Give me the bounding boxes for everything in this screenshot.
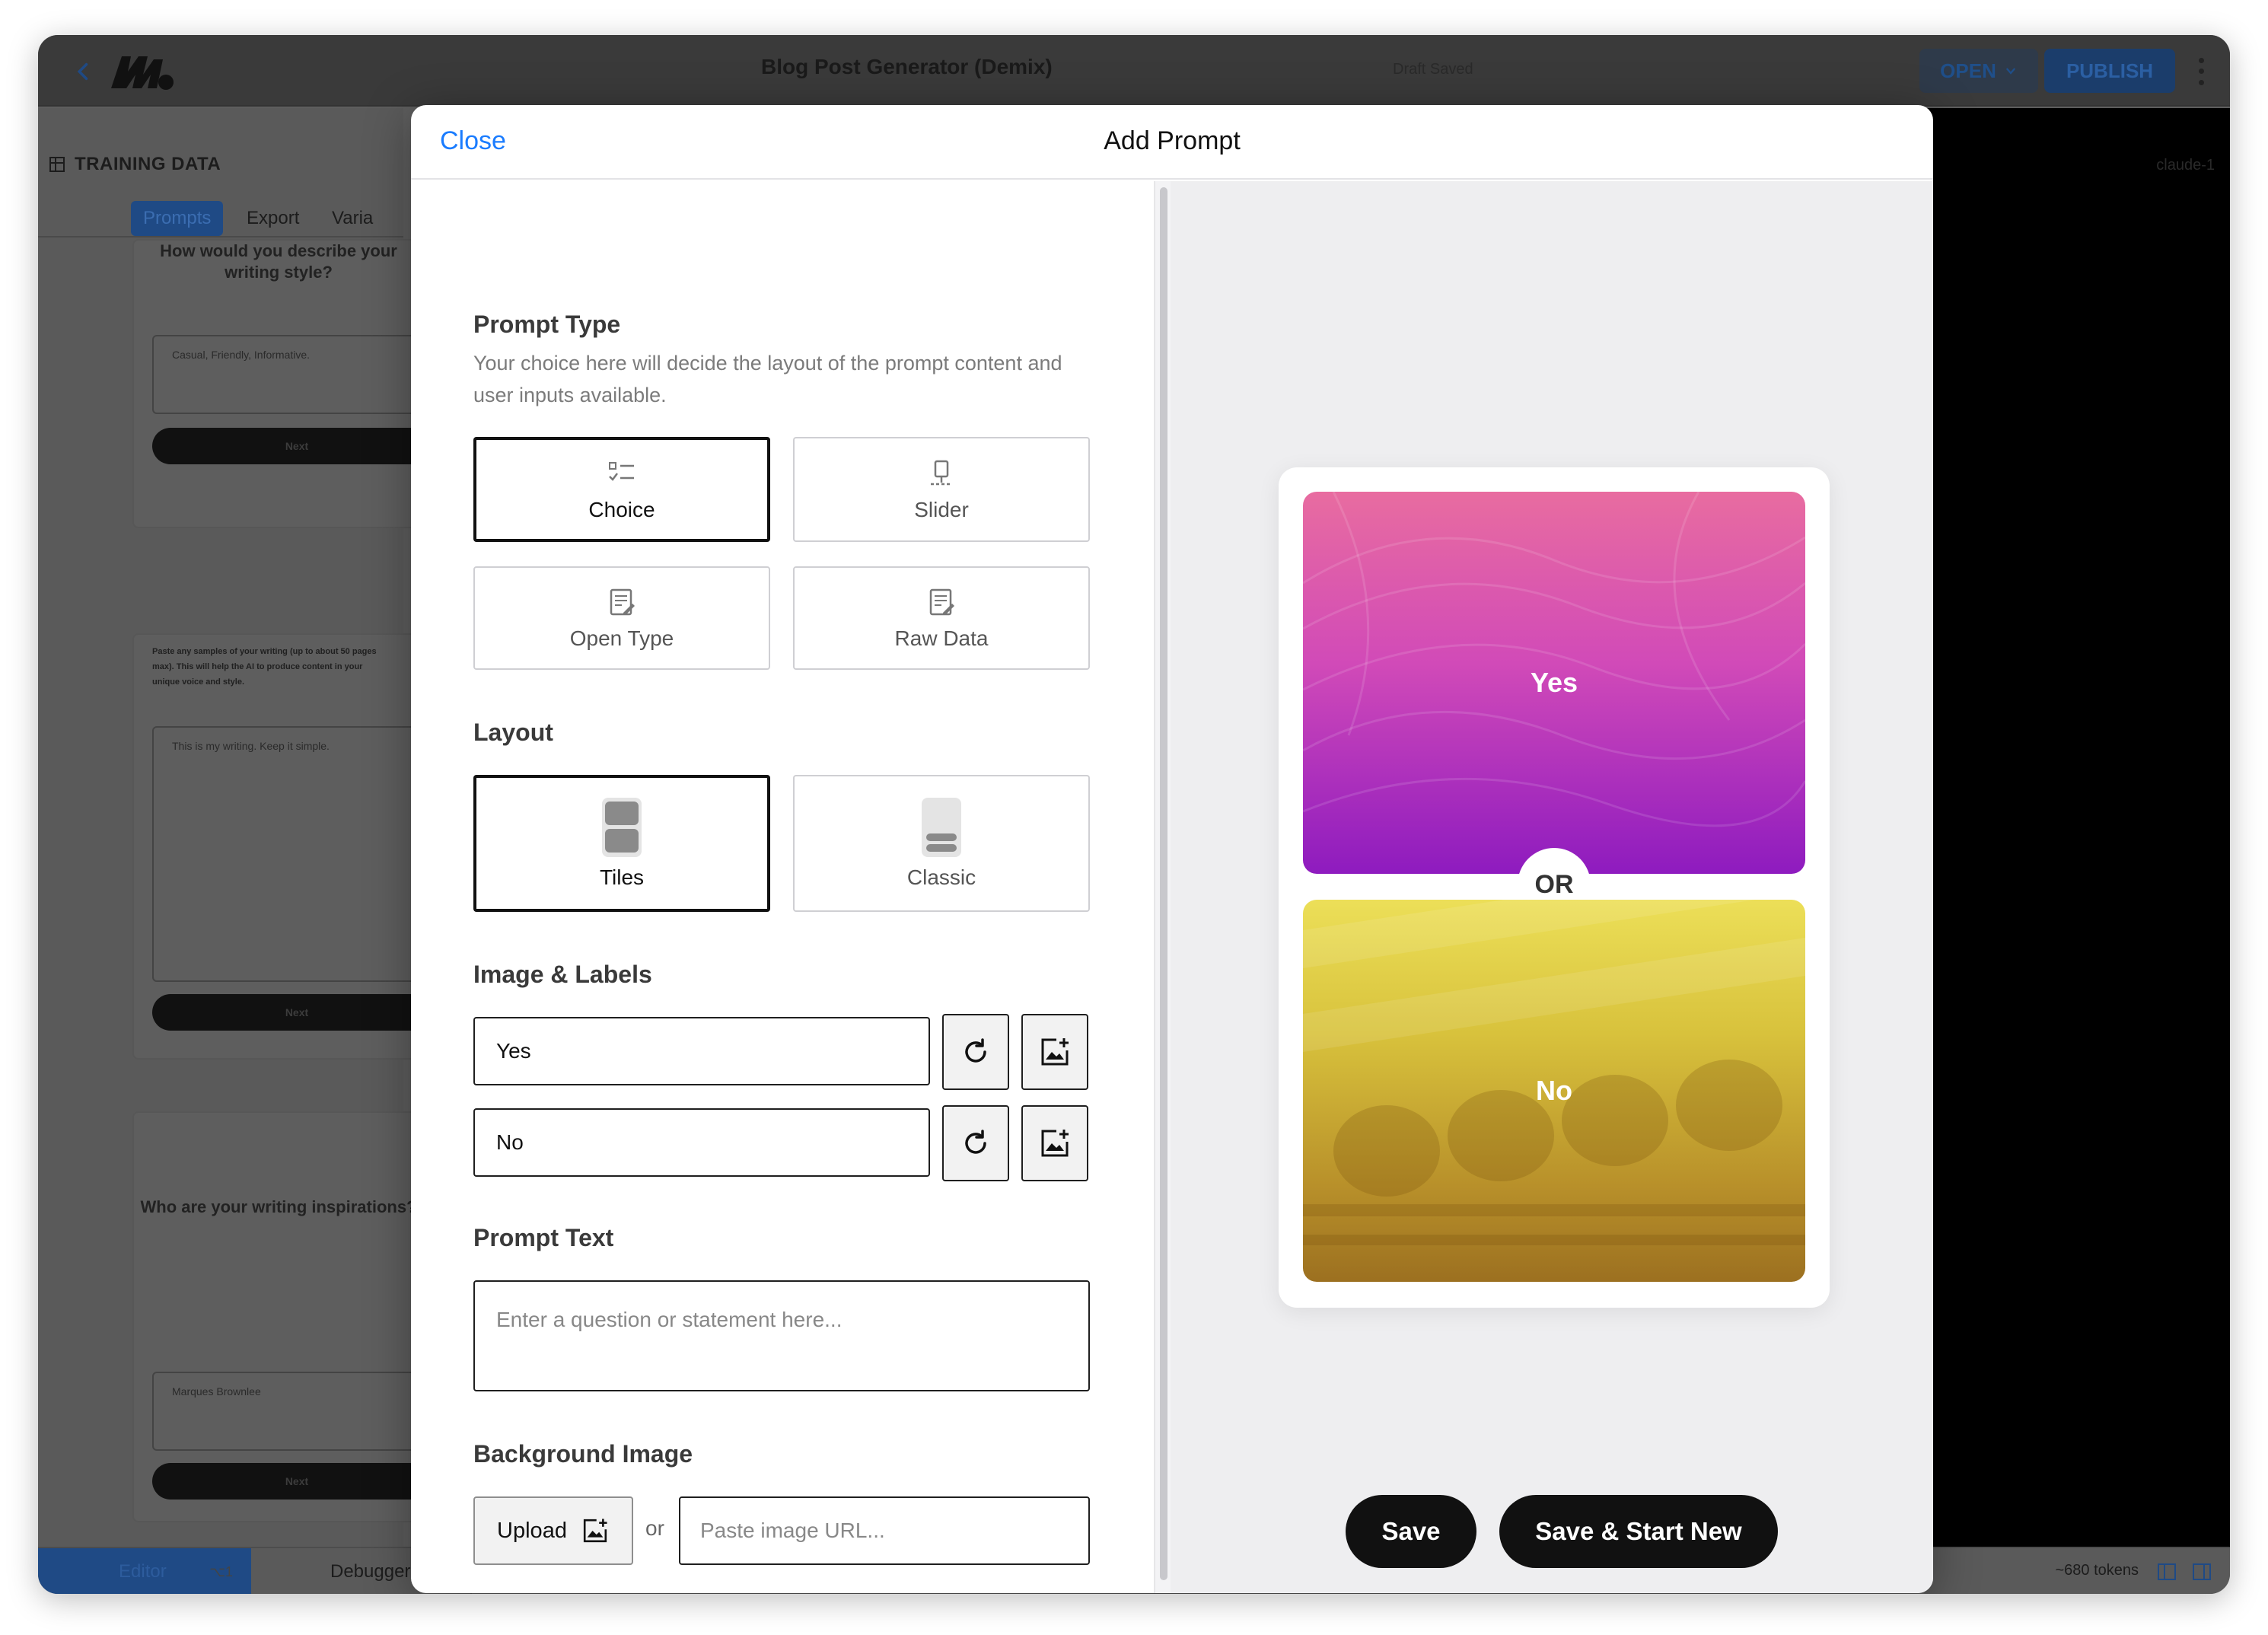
training-data-header: TRAINING DATA (49, 154, 221, 175)
card-answer-field[interactable]: Casual, Friendly, Informative. (152, 335, 441, 414)
prompt-type-raw-data[interactable]: Raw Data (793, 566, 1090, 670)
add-image-button[interactable] (1021, 1105, 1088, 1181)
open-label: OPEN (1940, 59, 1996, 82)
tab-export[interactable]: Export (234, 201, 311, 236)
edit-document-icon (929, 588, 954, 616)
back-button[interactable] (65, 53, 102, 90)
add-prompt-modal: Add Prompt Close Prompt Type Your choice… (411, 105, 1933, 1593)
prompt-card[interactable]: How would you describe your writing styl… (132, 239, 441, 528)
chevron-down-icon (2005, 68, 2015, 75)
form-scrollbar[interactable] (1154, 181, 1171, 1593)
label-field-yes[interactable]: Yes (473, 1017, 930, 1085)
or-separator: or (645, 1516, 664, 1540)
training-data-label: TRAINING DATA (75, 154, 221, 174)
prompt-form: Prompt Type Your choice here will decide… (411, 181, 1149, 1593)
add-photo-icon (1041, 1038, 1069, 1066)
tile-label: No (1536, 1075, 1572, 1106)
card-next-button[interactable]: Next (152, 994, 441, 1031)
training-panel: TRAINING DATA Prompts Export Varia How w… (38, 108, 441, 1547)
option-label: Choice (588, 498, 655, 521)
tab-prompts[interactable]: Prompts (131, 201, 224, 236)
training-tabs: Prompts Export Varia (38, 199, 403, 237)
prompt-card[interactable]: Who are your writing inspirations? Marqu… (132, 1111, 441, 1522)
editor-tab-label: Editor (119, 1561, 167, 1582)
tiles-icon (602, 798, 642, 857)
publish-button[interactable]: PUBLISH (2044, 49, 2175, 93)
chevron-left-icon (77, 62, 88, 81)
card-instructions: Paste any samples of your writing (up to… (152, 647, 377, 687)
prompt-preview: Yes OR No Save Save & Start New (1171, 181, 1933, 1593)
document-title[interactable]: Blog Post Generator (Demix) (761, 55, 1053, 79)
debugger-tab-label: Debugger (330, 1561, 411, 1582)
checklist-icon (609, 462, 634, 481)
scrollbar-thumb[interactable] (1160, 187, 1167, 1580)
prompt-type-choice[interactable]: Choice (473, 437, 770, 542)
modal-title: Add Prompt (1104, 126, 1241, 155)
tile-label: Yes (1530, 667, 1578, 698)
card-question: Who are your writing inspirations? (140, 1197, 417, 1216)
layout-classic[interactable]: Classic (793, 775, 1090, 912)
app-logo[interactable] (108, 52, 177, 91)
image-url-input[interactable]: Paste image URL... (679, 1496, 1090, 1565)
slider-icon (931, 460, 952, 486)
save-and-start-new-button[interactable]: Save & Start New (1499, 1495, 1778, 1568)
preview-tile-yes[interactable]: Yes (1303, 492, 1805, 874)
classic-icon (922, 798, 961, 857)
label-field-no[interactable]: No (473, 1108, 930, 1177)
option-label: Slider (914, 498, 969, 521)
open-button[interactable]: OPEN (1919, 49, 2038, 93)
option-label: Tiles (599, 865, 645, 889)
tab-variables[interactable]: Varia (320, 201, 385, 236)
add-photo-icon (1041, 1130, 1069, 1157)
model-label: claude-1 (2156, 157, 2215, 174)
app-window: Blog Post Generator (Demix) Draft Saved … (38, 35, 2230, 1594)
option-label: Open Type (569, 626, 674, 650)
background-image-title: Background Image (473, 1440, 693, 1468)
layout-title: Layout (473, 719, 553, 746)
prompt-type-open-type[interactable]: Open Type (473, 566, 770, 670)
split-left-icon[interactable] (2157, 1562, 2177, 1582)
prompt-type-title: Prompt Type (473, 311, 621, 338)
split-right-icon[interactable] (2192, 1562, 2212, 1582)
card-question: How would you describe your writing styl… (160, 241, 397, 282)
card-answer-field[interactable]: This is my writing. Keep it simple. (152, 726, 441, 982)
editor-shortcut: ⌥1 (209, 1563, 233, 1579)
edit-document-icon (610, 588, 635, 616)
token-count: ~680 tokens (2055, 1562, 2139, 1579)
layout-tiles[interactable]: Tiles (473, 775, 770, 912)
add-image-button[interactable] (1021, 1014, 1088, 1090)
add-photo-icon (583, 1519, 607, 1543)
option-label: Classic (906, 865, 976, 889)
top-bar: Blog Post Generator (Demix) Draft Saved … (38, 35, 2230, 107)
image-labels-title: Image & Labels (473, 961, 652, 988)
save-status: Draft Saved (1393, 61, 1473, 78)
prompt-text-title: Prompt Text (473, 1224, 614, 1251)
debugger-output-panel: claude-1 (1889, 108, 2230, 1547)
regenerate-image-button[interactable] (942, 1105, 1009, 1181)
card-next-button[interactable]: Next (152, 1463, 441, 1500)
modal-header: Add Prompt Close (411, 105, 1933, 180)
editor-tab[interactable]: Editor ⌥1 (38, 1548, 251, 1594)
close-button[interactable]: Close (440, 126, 506, 156)
table-icon (49, 157, 65, 172)
card-next-button[interactable]: Next (152, 428, 441, 464)
prompt-text-input[interactable]: Enter a question or statement here... (473, 1280, 1090, 1391)
refresh-icon (965, 1038, 986, 1063)
regenerate-image-button[interactable] (942, 1014, 1009, 1090)
more-menu-icon[interactable] (2192, 55, 2210, 88)
save-button[interactable]: Save (1346, 1495, 1476, 1568)
prompt-type-slider[interactable]: Slider (793, 437, 1090, 542)
preview-tile-no[interactable]: No (1303, 900, 1805, 1282)
upload-button[interactable]: Upload (473, 1496, 633, 1565)
option-label: Raw Data (894, 626, 989, 650)
card-answer-field[interactable]: Marques Brownlee (152, 1372, 441, 1451)
refresh-icon (965, 1130, 986, 1154)
prompt-card[interactable]: Paste any samples of your writing (up to… (132, 633, 441, 1060)
prompt-type-description: Your choice here will decide the layout … (473, 352, 1062, 406)
preview-card: Yes OR No (1279, 467, 1830, 1308)
upload-label: Upload (497, 1518, 567, 1543)
